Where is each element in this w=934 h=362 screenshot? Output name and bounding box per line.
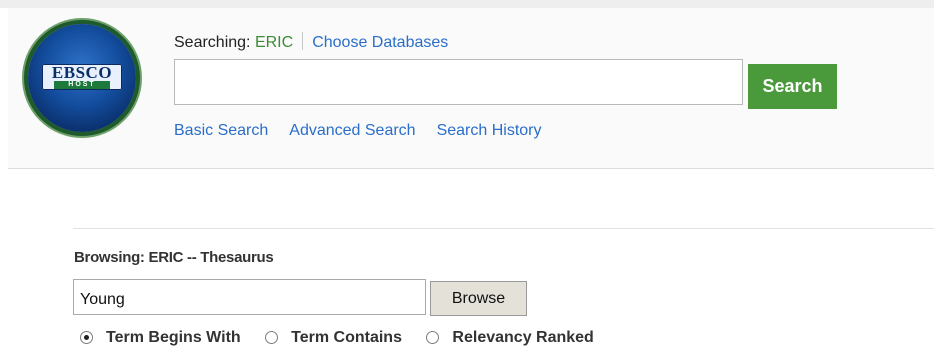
search-button[interactable]: Search xyxy=(748,64,837,109)
top-strip xyxy=(0,0,934,8)
logo-brand: EBSCO xyxy=(51,63,113,82)
search-header: EBSCO HOST Searching: ERIC Choose Databas… xyxy=(8,8,934,169)
radio-unchecked-icon[interactable] xyxy=(265,331,279,344)
browse-term-input[interactable] xyxy=(73,279,426,315)
option-label: Relevancy Ranked xyxy=(452,329,594,346)
searching-label: Searching: xyxy=(174,34,251,51)
advanced-search-link[interactable]: Advanced Search xyxy=(289,122,415,139)
database-name: ERIC xyxy=(254,34,294,51)
basic-search-link[interactable]: Basic Search xyxy=(174,122,268,139)
ebsco-host-logo[interactable]: EBSCO HOST xyxy=(28,24,136,132)
radio-unchecked-icon[interactable] xyxy=(426,331,440,344)
logo-band: EBSCO HOST xyxy=(42,64,122,90)
browsing-title: Browsing: ERIC -- Thesaurus xyxy=(74,249,274,266)
radio-checked-icon[interactable] xyxy=(80,331,93,344)
section-divider xyxy=(73,228,934,229)
search-input[interactable] xyxy=(174,59,743,105)
option-label: Term Contains xyxy=(291,329,402,346)
search-mode-links: Basic Search Advanced Search Search Histor… xyxy=(174,122,563,140)
option-term-contains[interactable]: Term Contains xyxy=(265,329,402,347)
separator xyxy=(302,32,304,50)
option-relevancy-ranked[interactable]: Relevancy Ranked xyxy=(426,329,594,347)
browse-options: Term Begins With Term Contains Relevancy… xyxy=(80,329,614,347)
searching-line: Searching: ERIC Choose Databases xyxy=(174,32,448,52)
option-label: Term Begins With xyxy=(106,329,241,346)
logo-sub: HOST xyxy=(54,81,110,89)
choose-databases-link[interactable]: Choose Databases xyxy=(312,34,448,51)
browse-button[interactable]: Browse xyxy=(430,281,527,316)
search-history-link[interactable]: Search History xyxy=(437,122,542,139)
option-term-begins-with[interactable]: Term Begins With xyxy=(80,329,241,347)
